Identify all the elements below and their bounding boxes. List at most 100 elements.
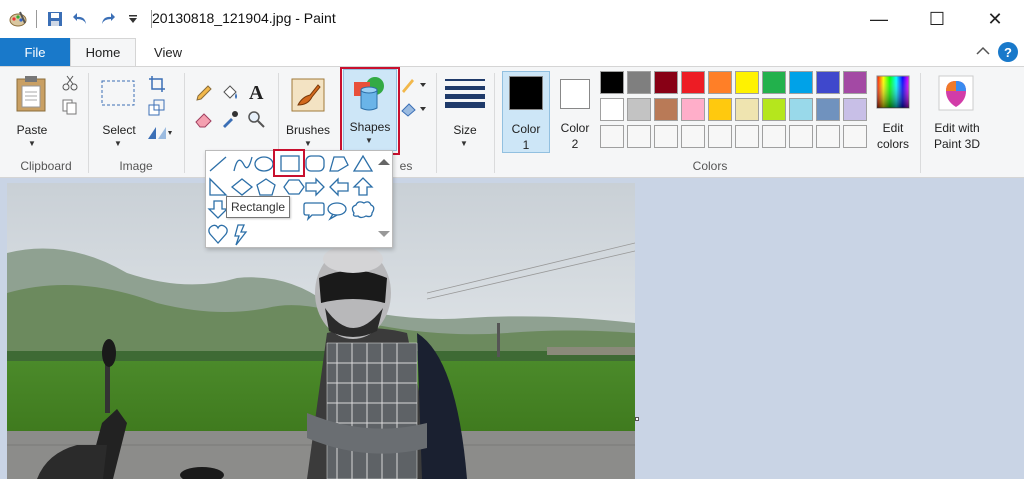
edit-with-paint3d-button[interactable]: Edit with Paint 3D (926, 71, 988, 153)
edit-colors-button[interactable]: Edit colors (870, 71, 916, 153)
canvas-resize-handle[interactable] (635, 417, 639, 421)
rounded-rectangle-shape-icon[interactable] (305, 155, 325, 172)
custom-color-slot[interactable] (600, 125, 624, 148)
up-arrow-shape-icon[interactable] (352, 177, 374, 196)
curve-shape-icon[interactable] (233, 156, 253, 172)
fill-shape-icon[interactable] (400, 99, 428, 117)
palette-swatch[interactable] (816, 98, 840, 121)
size-icon (445, 79, 485, 108)
custom-color-slot[interactable] (654, 125, 678, 148)
group-separator (920, 73, 921, 173)
tab-file[interactable]: File (0, 38, 70, 66)
palette-swatch[interactable] (681, 71, 705, 94)
fill-icon[interactable] (220, 83, 240, 103)
palette-swatch[interactable] (600, 98, 624, 121)
resize-icon[interactable] (148, 99, 166, 117)
color-palette (600, 71, 870, 151)
triangle-shape-icon[interactable] (352, 154, 374, 172)
paste-button[interactable]: Paste ▼ (8, 71, 56, 151)
paste-dropdown-icon: ▼ (28, 139, 36, 148)
paint-app-icon[interactable] (8, 9, 28, 29)
crop-icon[interactable] (148, 75, 166, 93)
save-icon[interactable] (45, 9, 65, 29)
text-icon[interactable]: A (246, 81, 268, 103)
palette-swatch[interactable] (627, 71, 651, 94)
palette-swatch[interactable] (789, 71, 813, 94)
gallery-scroll-down-icon[interactable] (378, 231, 390, 237)
custom-color-slot[interactable] (816, 125, 840, 148)
custom-color-slot[interactable] (708, 125, 732, 148)
gallery-scroll-up-icon[interactable] (378, 159, 390, 165)
qat-separator (36, 10, 37, 28)
eraser-icon[interactable] (194, 109, 214, 129)
group-separator (494, 73, 495, 173)
palette-swatch[interactable] (654, 98, 678, 121)
polygon-shape-icon[interactable] (329, 156, 349, 172)
palette-swatch[interactable] (762, 71, 786, 94)
undo-icon[interactable] (71, 9, 91, 29)
palette-swatch[interactable] (708, 98, 732, 121)
cut-icon[interactable] (62, 75, 78, 91)
palette-swatch[interactable] (681, 98, 705, 121)
right-triangle-shape-icon[interactable] (209, 177, 228, 196)
customize-qat-icon[interactable] (123, 9, 143, 29)
palette-swatch[interactable] (816, 71, 840, 94)
minimize-button[interactable]: — (850, 0, 908, 38)
palette-swatch[interactable] (600, 71, 624, 94)
left-arrow-shape-icon[interactable] (329, 177, 349, 197)
color-picker-icon[interactable] (220, 109, 240, 129)
oval-shape-icon[interactable] (254, 156, 274, 172)
redo-icon[interactable] (97, 9, 117, 29)
window-title: 20130818_121904.jpg - Paint (152, 10, 336, 26)
rotate-icon[interactable] (146, 123, 174, 141)
diamond-shape-icon[interactable] (230, 178, 254, 196)
colors-group-label: Colors (692, 159, 728, 173)
right-arrow-shape-icon[interactable] (305, 177, 325, 197)
down-arrow-shape-icon[interactable] (207, 200, 229, 219)
size-button[interactable]: Size ▼ (440, 71, 490, 151)
rounded-callout-shape-icon[interactable] (303, 202, 325, 222)
custom-color-slot[interactable] (681, 125, 705, 148)
heart-shape-icon[interactable] (208, 224, 228, 244)
ribbon-controls: ? (976, 42, 1018, 62)
palette-swatch[interactable] (843, 98, 867, 121)
palette-swatch[interactable] (735, 71, 759, 94)
image-group-label: Image (119, 159, 153, 173)
close-button[interactable]: ✕ (966, 0, 1024, 38)
cloud-callout-shape-icon[interactable] (351, 201, 375, 219)
custom-color-slot[interactable] (762, 125, 786, 148)
palette-swatch[interactable] (762, 98, 786, 121)
hexagon-shape-icon[interactable] (283, 179, 305, 195)
outline-icon[interactable] (400, 75, 428, 93)
pencil-icon[interactable] (194, 83, 214, 103)
palette-swatch[interactable] (708, 71, 732, 94)
help-button[interactable]: ? (998, 42, 1018, 62)
collapse-ribbon-icon[interactable] (976, 45, 990, 59)
brushes-button[interactable]: Brushes ▼ (282, 71, 334, 151)
copy-icon[interactable] (62, 99, 78, 115)
lightning-shape-icon[interactable] (234, 224, 248, 246)
color1-button[interactable]: Color 1 (502, 71, 550, 153)
custom-color-slot[interactable] (627, 125, 651, 148)
palette-swatch[interactable] (735, 98, 759, 121)
paint3d-label-1: Edit with (934, 121, 980, 135)
color1-label: Color (511, 122, 541, 136)
color2-number: 2 (571, 137, 579, 151)
palette-swatch[interactable] (654, 71, 678, 94)
palette-swatch[interactable] (789, 98, 813, 121)
maximize-button[interactable]: ☐ (908, 0, 966, 38)
color2-button[interactable]: Color 2 (552, 71, 598, 153)
line-shape-icon[interactable] (209, 156, 227, 172)
oval-callout-shape-icon[interactable] (327, 202, 347, 221)
custom-color-slot[interactable] (735, 125, 759, 148)
palette-swatch[interactable] (627, 98, 651, 121)
custom-color-slot[interactable] (789, 125, 813, 148)
select-button[interactable]: Select ▼ (96, 71, 142, 151)
color1-number: 1 (522, 138, 530, 152)
custom-color-slot[interactable] (843, 125, 867, 148)
tab-home[interactable]: Home (70, 38, 136, 66)
magnifier-icon[interactable] (246, 109, 266, 129)
tab-view[interactable]: View (136, 38, 200, 66)
palette-swatch[interactable] (843, 71, 867, 94)
pentagon-shape-icon[interactable] (256, 178, 276, 196)
